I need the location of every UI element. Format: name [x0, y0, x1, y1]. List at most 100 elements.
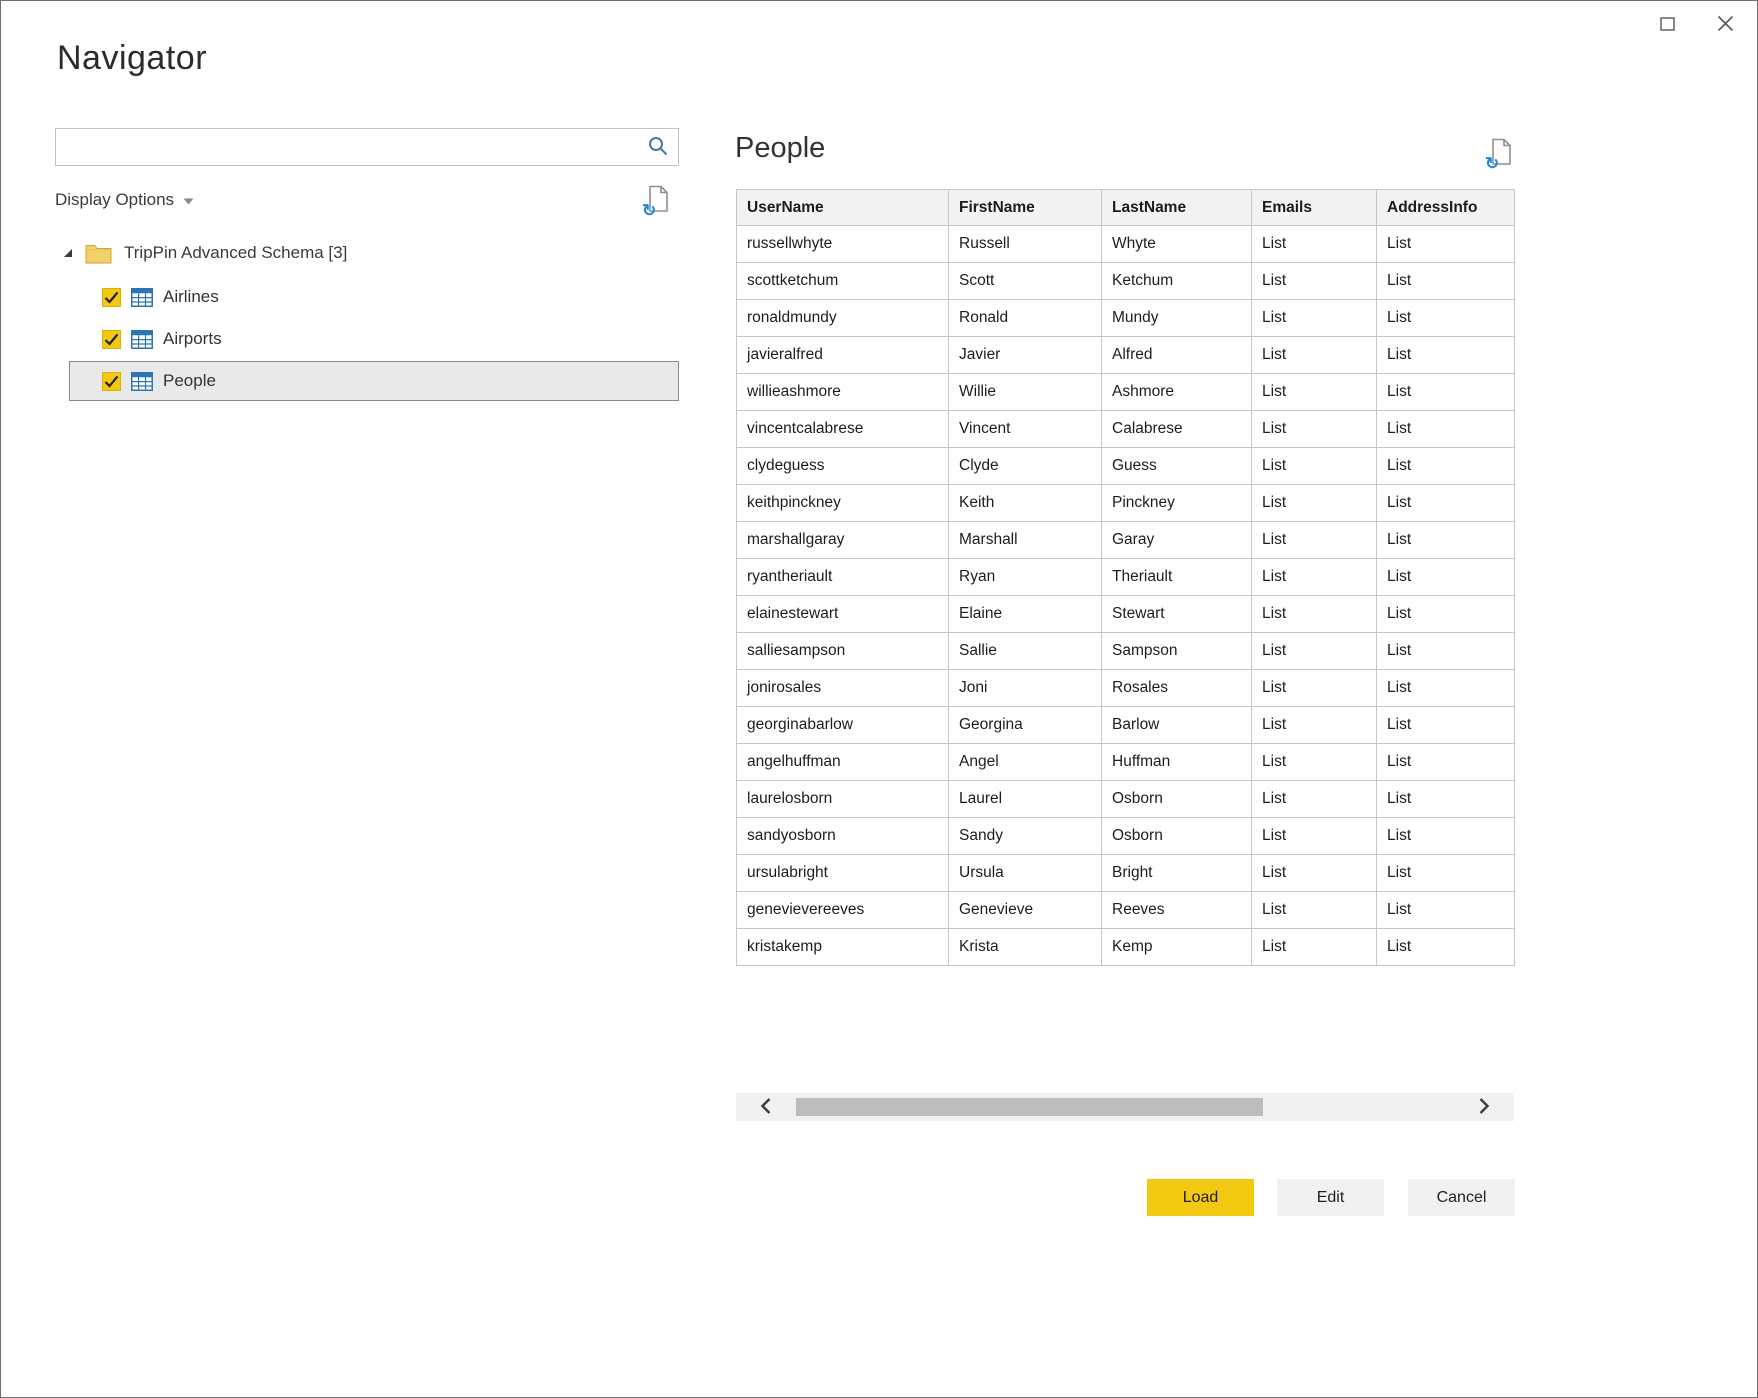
table-cell: vincentcalabrese [737, 411, 949, 448]
table-cell: Ashmore [1102, 374, 1252, 411]
table-cell: List [1252, 818, 1377, 855]
table-row: kristakempKristaKempListList [737, 929, 1515, 966]
maximize-button[interactable] [1649, 9, 1685, 41]
table-cell: List [1377, 485, 1515, 522]
search-icon [647, 135, 669, 160]
table-cell: List [1252, 226, 1377, 263]
people-checkbox[interactable] [102, 372, 121, 391]
table-cell: salliesampson [737, 633, 949, 670]
scroll-right-button[interactable] [1462, 1093, 1506, 1121]
load-button[interactable]: Load [1147, 1179, 1254, 1216]
table-cell: List [1377, 300, 1515, 337]
table-cell: Marshall [949, 522, 1102, 559]
scroll-left-button[interactable] [744, 1093, 788, 1121]
scrollbar-thumb[interactable] [796, 1098, 1263, 1116]
table-cell: georginabarlow [737, 707, 949, 744]
refresh-arrow-icon: ↻ [642, 202, 656, 219]
chevron-down-icon [183, 190, 194, 210]
table-cell: List [1252, 337, 1377, 374]
refresh-document-icon: ↻ [1488, 138, 1514, 166]
column-header: LastName [1102, 190, 1252, 226]
table-cell: Elaine [949, 596, 1102, 633]
tree-item-airports[interactable]: Airports [69, 319, 679, 359]
table-row: jonirosalesJoniRosalesListList [737, 670, 1515, 707]
table-icon [131, 330, 153, 349]
table-cell: ryantheriault [737, 559, 949, 596]
table-cell: Georgina [949, 707, 1102, 744]
table-row: marshallgarayMarshallGarayListList [737, 522, 1515, 559]
table-cell: List [1377, 374, 1515, 411]
table-cell: Stewart [1102, 596, 1252, 633]
column-header: UserName [737, 190, 949, 226]
table-body: russellwhyteRussellWhyteListListscottket… [737, 226, 1515, 966]
table-cell: List [1377, 707, 1515, 744]
column-header: Emails [1252, 190, 1377, 226]
column-header: AddressInfo [1377, 190, 1515, 226]
tree-item-people[interactable]: People [69, 361, 679, 401]
table-cell: Willie [949, 374, 1102, 411]
table-cell: List [1377, 892, 1515, 929]
table-row: russellwhyteRussellWhyteListList [737, 226, 1515, 263]
chevron-left-icon [760, 1097, 772, 1118]
cancel-button[interactable]: Cancel [1408, 1179, 1515, 1216]
display-options-dropdown[interactable]: Display Options [55, 187, 194, 213]
table-cell: List [1377, 670, 1515, 707]
table-cell: Sampson [1102, 633, 1252, 670]
table-cell: Osborn [1102, 818, 1252, 855]
navigator-dialog: Navigator Display Options [0, 0, 1758, 1398]
table-cell: Ursula [949, 855, 1102, 892]
horizontal-scrollbar[interactable] [736, 1093, 1514, 1121]
table-cell: genevievereeves [737, 892, 949, 929]
table-cell: List [1252, 596, 1377, 633]
table-cell: List [1252, 559, 1377, 596]
table-cell: Alfred [1102, 337, 1252, 374]
expanded-triangle-icon[interactable] [63, 248, 73, 258]
airlines-checkbox[interactable] [102, 288, 121, 307]
table-cell: Garay [1102, 522, 1252, 559]
table-cell: Keith [949, 485, 1102, 522]
table-cell: List [1377, 226, 1515, 263]
tree-item-label: Airlines [163, 287, 219, 307]
table-cell: Pinckney [1102, 485, 1252, 522]
table-cell: List [1252, 300, 1377, 337]
table-cell: jonirosales [737, 670, 949, 707]
table-cell: List [1252, 707, 1377, 744]
table-cell: Theriault [1102, 559, 1252, 596]
table-cell: scottketchum [737, 263, 949, 300]
refresh-document-icon: ↻ [645, 185, 671, 213]
tree-item-airlines[interactable]: Airlines [69, 277, 679, 317]
refresh-tree-button[interactable]: ↻ [645, 185, 671, 216]
refresh-preview-button[interactable]: ↻ [1488, 138, 1514, 169]
table-cell: Laurel [949, 781, 1102, 818]
edit-button[interactable]: Edit [1277, 1179, 1384, 1216]
table-cell: Angel [949, 744, 1102, 781]
airports-checkbox[interactable] [102, 330, 121, 349]
search-button[interactable] [638, 129, 678, 165]
table-cell: Javier [949, 337, 1102, 374]
search-box [55, 128, 679, 166]
close-button[interactable] [1707, 9, 1743, 41]
table-cell: Rosales [1102, 670, 1252, 707]
table-cell: Huffman [1102, 744, 1252, 781]
table-cell: Sallie [949, 633, 1102, 670]
search-input[interactable] [56, 129, 638, 165]
tree-item-label: People [163, 371, 216, 391]
table-cell: List [1252, 411, 1377, 448]
close-icon [1717, 15, 1734, 35]
table-cell: Barlow [1102, 707, 1252, 744]
table-cell: elainestewart [737, 596, 949, 633]
table-cell: kristakemp [737, 929, 949, 966]
table-row: angelhuffmanAngelHuffmanListList [737, 744, 1515, 781]
table-cell: ronaldmundy [737, 300, 949, 337]
table-cell: List [1377, 818, 1515, 855]
display-options-label: Display Options [55, 190, 174, 210]
maximize-icon [1660, 17, 1675, 34]
table-row: javieralfredJavierAlfredListList [737, 337, 1515, 374]
table-cell: Mundy [1102, 300, 1252, 337]
table-cell: willieashmore [737, 374, 949, 411]
tree-root-trippin[interactable]: TripPin Advanced Schema [3] [55, 231, 679, 275]
table-cell: List [1252, 374, 1377, 411]
table-cell: List [1377, 448, 1515, 485]
preview-table: UserNameFirstNameLastNameEmailsAddressIn… [736, 189, 1515, 966]
table-cell: List [1252, 744, 1377, 781]
